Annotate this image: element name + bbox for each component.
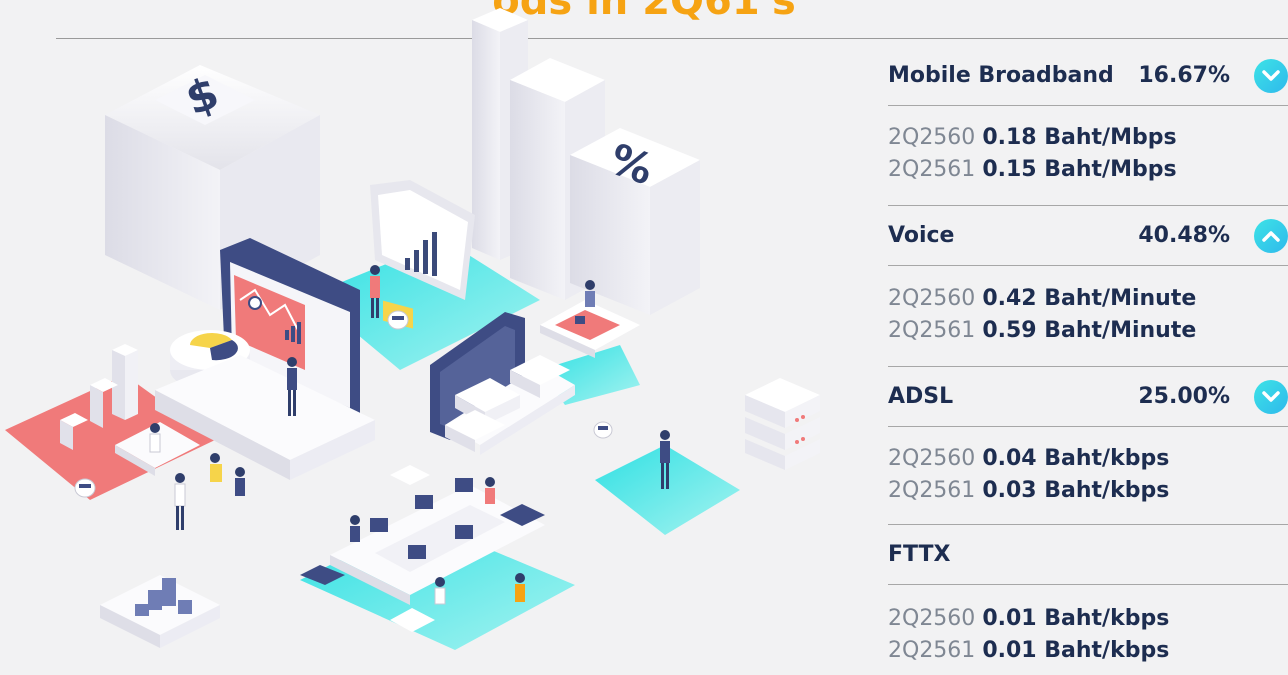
rate-line: 2Q2561 0.15 Baht/Mbps <box>888 157 1177 182</box>
rate-name: Voice <box>888 222 955 248</box>
rate-row-fttx: FTTX <box>888 524 1288 584</box>
rate-line: 2Q2560 0.01 Baht/kbps <box>888 606 1169 631</box>
rate-change: 25.00% <box>1138 383 1230 409</box>
rate-comparison-panel: Mobile Broadband 16.67% 2Q2560 0.18 Baht… <box>888 40 1288 675</box>
row-divider <box>888 584 1288 585</box>
rate-value: 0.04 Baht/kbps <box>982 446 1170 471</box>
rate-line: 2Q2561 0.01 Baht/kbps <box>888 638 1169 663</box>
rate-value: 0.03 Baht/kbps <box>982 478 1170 503</box>
period-label: 2Q2561 <box>888 318 976 343</box>
rate-line: 2Q2561 0.59 Baht/Minute <box>888 318 1196 343</box>
rate-change: 40.48% <box>1138 222 1230 248</box>
period-label: 2Q2561 <box>888 157 976 182</box>
rate-value: 0.59 Baht/Minute <box>982 318 1197 343</box>
period-label: 2Q2560 <box>888 446 976 471</box>
period-label: 2Q2561 <box>888 478 976 503</box>
rate-value: 0.18 Baht/Mbps <box>982 125 1177 150</box>
rate-line: 2Q2560 0.42 Baht/Minute <box>888 286 1196 311</box>
server-stack <box>745 378 820 470</box>
rate-row-adsl: ADSL 25.00% <box>888 366 1288 426</box>
rate-value: 0.01 Baht/kbps <box>982 638 1170 663</box>
rate-change: 16.67% <box>1138 62 1230 88</box>
row-divider <box>888 105 1288 106</box>
isometric-business-illustration: $ % <box>5 8 820 650</box>
period-label: 2Q2560 <box>888 286 976 311</box>
rate-name: ADSL <box>888 383 954 409</box>
rate-line: 2Q2560 0.04 Baht/kbps <box>888 446 1169 471</box>
chevron-up-icon <box>1254 219 1288 253</box>
rate-value: 0.42 Baht/Minute <box>982 286 1197 311</box>
rate-row-mobile-broadband: Mobile Broadband 16.67% <box>888 45 1288 105</box>
rate-name: Mobile Broadband <box>888 62 1114 88</box>
rate-value: 0.01 Baht/kbps <box>982 606 1170 631</box>
chevron-down-icon <box>1254 380 1288 414</box>
period-label: 2Q2560 <box>888 125 976 150</box>
row-divider <box>888 426 1288 427</box>
period-label: 2Q2561 <box>888 638 976 663</box>
rate-name: FTTX <box>888 541 951 567</box>
row-divider <box>888 265 1288 266</box>
rate-value: 0.15 Baht/Mbps <box>982 157 1177 182</box>
rate-line: 2Q2561 0.03 Baht/kbps <box>888 478 1169 503</box>
rate-line: 2Q2560 0.18 Baht/Mbps <box>888 125 1177 150</box>
rate-row-voice: Voice 40.48% <box>888 205 1288 265</box>
period-label: 2Q2560 <box>888 606 976 631</box>
chevron-down-icon <box>1254 59 1288 93</box>
